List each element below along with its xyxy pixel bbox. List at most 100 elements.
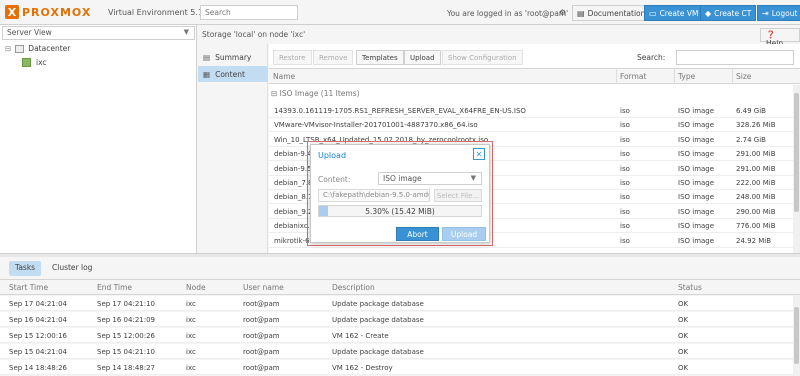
table-cell: 222.00 MiB: [736, 179, 776, 187]
table-cell: ISO image: [678, 222, 715, 231]
table-cell: 248.00 MiB: [736, 193, 776, 202]
content-search-input[interactable]: [676, 50, 794, 65]
close-icon[interactable]: ✕: [473, 148, 485, 160]
restore-button[interactable]: Restore: [273, 50, 312, 65]
tab-cluster-log[interactable]: Cluster log: [46, 261, 98, 276]
column-user-name[interactable]: User name: [243, 283, 284, 292]
table-cell: debian-9.5: [274, 164, 312, 173]
logout-button[interactable]: ⇥ Logout: [757, 5, 800, 21]
create-ct-button[interactable]: ◆ Create CT: [700, 5, 757, 21]
column-start-time[interactable]: Start Time: [9, 283, 48, 292]
task-cell: root@pam: [243, 332, 280, 340]
help-button[interactable]: ❓ Help: [760, 28, 800, 48]
create-vm-button[interactable]: ▭ Create VM: [644, 5, 704, 21]
view-selector[interactable]: Server View ▼: [2, 26, 195, 40]
table-cell: VMware-VMvisor-Installer-201701001-48873…: [274, 121, 478, 130]
chevron-down-icon: ▼: [183, 28, 189, 36]
table-cell: iso: [620, 164, 630, 173]
upload-progress-text: 5.30% (15.42 MiB): [365, 207, 435, 216]
task-cell: VM 162 - Destroy: [332, 364, 393, 372]
proxmox-logo: X PROXMOX: [5, 4, 91, 20]
column-end-time[interactable]: End Time: [97, 283, 132, 292]
gear-icon[interactable]: ⚙: [559, 8, 566, 17]
search-input[interactable]: [200, 5, 298, 20]
column-size[interactable]: Size: [736, 72, 751, 81]
column-type[interactable]: Type: [678, 72, 695, 81]
task-cell: OK: [678, 348, 689, 356]
table-cell: iso: [620, 135, 630, 144]
task-cell: Sep 15 12:00:26: [97, 332, 155, 340]
task-cell: ixc: [186, 332, 196, 340]
server-icon: [22, 58, 31, 67]
table-row[interactable]: 14393.0.161119-1705.RS1_REFRESH_SERVER_E…: [269, 104, 793, 118]
search-label: Search:: [637, 53, 666, 62]
tree-item-ixc[interactable]: ixc: [22, 58, 47, 67]
table-cell: iso: [620, 193, 630, 202]
book-icon: ▤: [577, 8, 585, 18]
task-cell: ixc: [186, 348, 196, 356]
table-cell: debianixc.: [274, 222, 310, 231]
table-cell: 14393.0.161119-1705.RS1_REFRESH_SERVER_E…: [274, 107, 526, 115]
cube-icon: ◆: [705, 8, 712, 18]
tree-item-datacenter[interactable]: ⊟ Datacenter: [5, 44, 70, 53]
table-cell: 290.00 MiB: [736, 207, 776, 216]
column-status[interactable]: Status: [678, 283, 702, 292]
table-cell: 776.00 MiB: [736, 222, 776, 231]
table-cell: 24.92 MiB: [736, 236, 772, 245]
table-cell: ISO image: [678, 207, 715, 216]
table-cell: iso: [620, 107, 630, 115]
abort-button[interactable]: Abort: [396, 227, 439, 241]
upload-confirm-button[interactable]: Upload: [442, 227, 486, 241]
task-cell: Update package database: [332, 348, 424, 356]
group-header[interactable]: ⊟ ISO Image (11 Items): [271, 89, 360, 98]
select-file-button[interactable]: Select File...: [434, 189, 482, 202]
column-description[interactable]: Description: [332, 283, 375, 292]
table-cell: ISO image: [678, 135, 715, 144]
tasks-scroll-thumb[interactable]: [794, 307, 799, 364]
login-status: You are logged in as 'root@pam': [447, 9, 569, 18]
upload-button[interactable]: Upload: [404, 50, 441, 65]
task-row[interactable]: Sep 16 04:21:04 Sep 16 04:21:09 ixc root@pa…: [0, 312, 793, 327]
help-icon: ❓: [766, 30, 776, 39]
show-configuration-button[interactable]: Show Configuration: [442, 50, 523, 65]
table-cell: iso: [620, 207, 630, 216]
file-path-field[interactable]: C:\fakepath\debian-9.5.0-amd6: [318, 189, 430, 202]
content-select[interactable]: ISO image ▼: [378, 172, 482, 185]
task-row[interactable]: Sep 14 18:48:26 Sep 14 18:48:27 ixc root@pa…: [0, 360, 793, 375]
table-cell: ISO image: [678, 164, 715, 173]
table-row[interactable]: VMware-VMvisor-Installer-201701001-48873…: [269, 118, 793, 133]
grid-icon: ▦: [203, 69, 211, 79]
templates-button[interactable]: Templates: [356, 50, 404, 65]
collapse-icon[interactable]: ⊟: [5, 44, 11, 53]
column-node[interactable]: Node: [186, 283, 206, 292]
task-cell: ixc: [186, 316, 196, 324]
task-row[interactable]: Sep 15 12:00:16 Sep 15 12:00:26 ixc root@pa…: [0, 328, 793, 343]
table-cell: iso: [620, 150, 630, 159]
column-format[interactable]: Format: [620, 72, 646, 81]
table-cell: ISO image: [678, 236, 715, 245]
nav-summary[interactable]: ▤ Summary: [198, 49, 268, 65]
table-cell: 291.00 MiB: [736, 150, 776, 159]
task-cell: OK: [678, 332, 689, 340]
grid-header: [269, 68, 800, 84]
task-cell: Update package database: [332, 300, 424, 308]
task-cell: root@pam: [243, 348, 280, 356]
collapse-icon[interactable]: ⊟: [271, 89, 280, 98]
task-cell: Sep 17 04:21:04: [9, 300, 67, 308]
page-title: Storage 'local' on node 'ixc': [202, 30, 306, 39]
table-cell: ISO image: [678, 121, 715, 130]
table-cell: ISO image: [678, 150, 715, 159]
remove-button[interactable]: Remove: [313, 50, 354, 65]
task-cell: root@pam: [243, 316, 280, 324]
nav-content[interactable]: ▦ Content: [198, 66, 268, 82]
task-row[interactable]: Sep 15 04:21:04 Sep 15 04:21:10 ixc root@pa…: [0, 344, 793, 359]
content-scroll-thumb[interactable]: [794, 93, 799, 212]
tab-tasks[interactable]: Tasks: [9, 261, 42, 276]
documentation-button[interactable]: ▤ Documentation: [572, 5, 651, 21]
task-cell: root@pam: [243, 364, 280, 372]
logout-icon: ⇥: [762, 8, 769, 18]
task-cell: OK: [678, 316, 689, 324]
table-cell: iso: [620, 236, 630, 245]
task-row[interactable]: Sep 17 04:21:04 Sep 17 04:21:10 ixc root@pa…: [0, 296, 793, 311]
column-name[interactable]: Name: [273, 72, 295, 81]
